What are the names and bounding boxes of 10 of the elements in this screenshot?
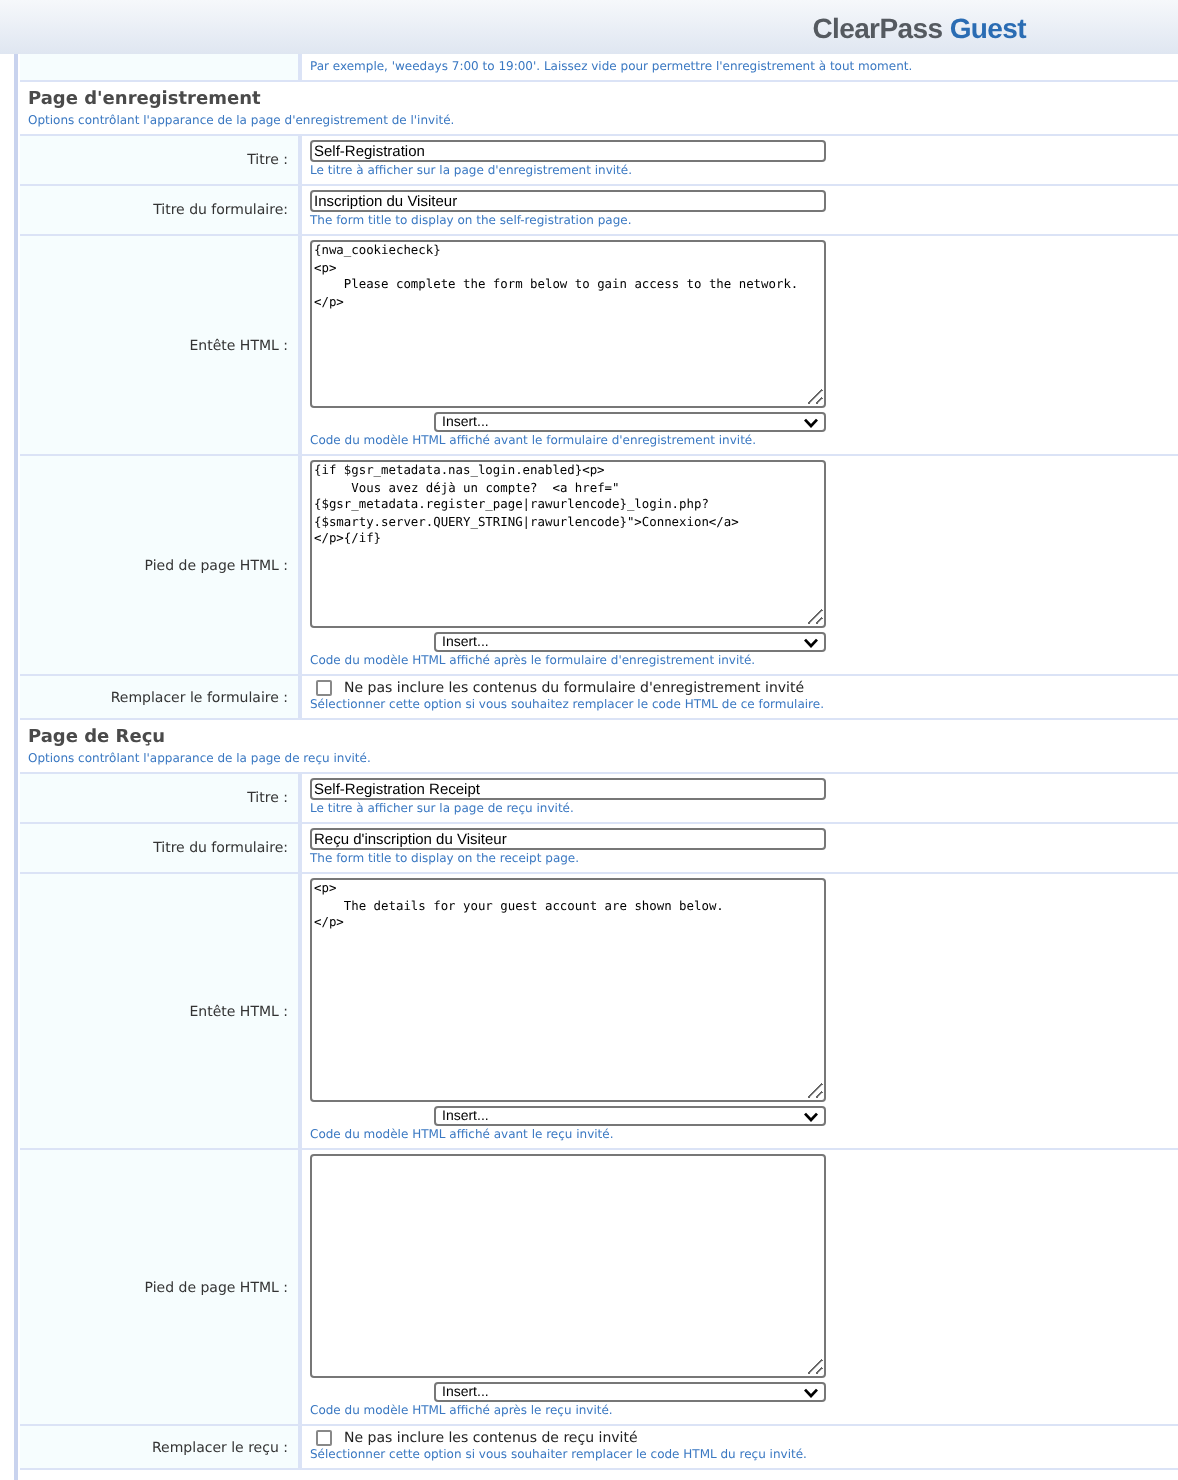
section-title: Page d'enregistrement [28,88,263,112]
logo: ClearPass Guest [812,11,1026,43]
checkbox[interactable] [316,1430,332,1446]
chevron-icon [804,1387,818,1397]
chevron-icon [804,1111,818,1121]
chevron-icon [804,417,818,427]
html-textarea[interactable] [310,1154,826,1378]
chevron-icon [804,637,818,647]
checkbox[interactable] [316,680,332,696]
section-title: Page de Reçu [28,726,168,750]
